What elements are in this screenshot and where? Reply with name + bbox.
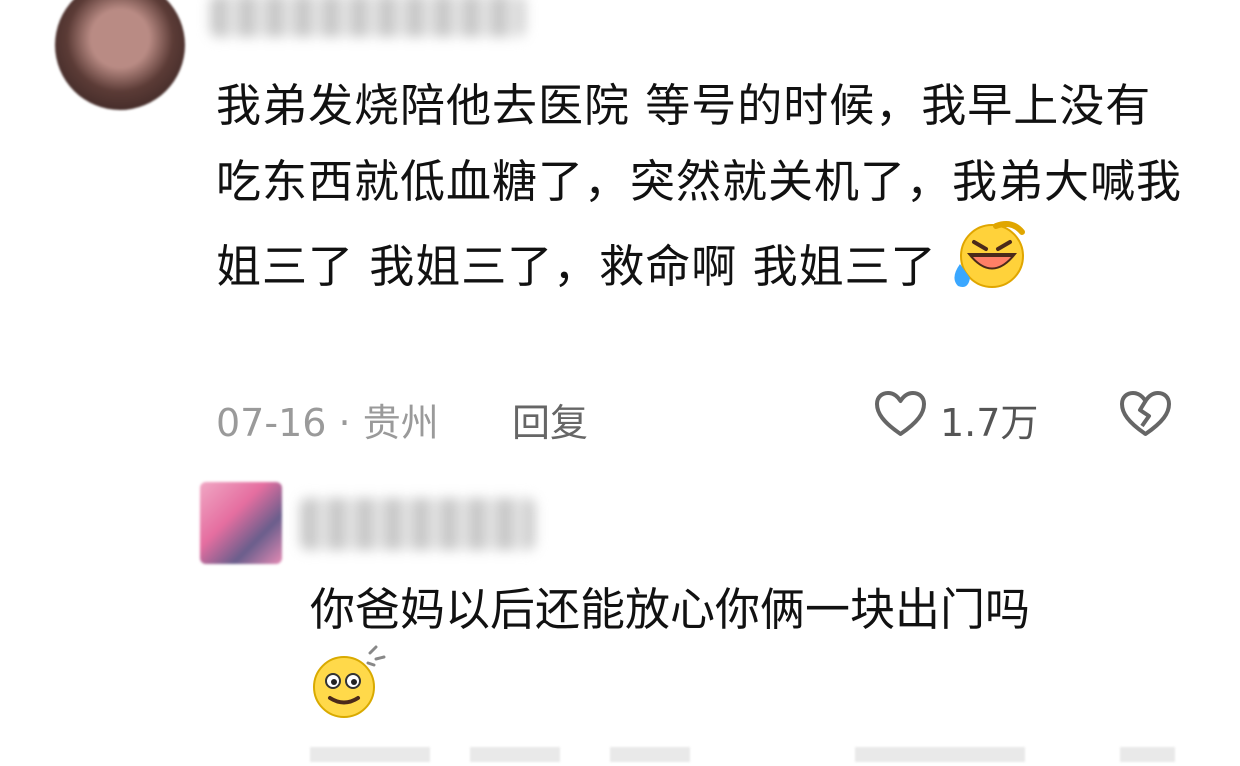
comment-2-content: 你爸妈以后还能放心你俩一块出门吗 — [310, 583, 1031, 636]
comment-1-meta: 07-16 · 贵州 — [216, 392, 439, 447]
comment-1-text: 我弟发烧陪他去医院 等号的时候，我早上没有吃东西就低血糖了，突然就关机了，我弟大… — [216, 68, 1196, 315]
username-2-blurred[interactable] — [300, 498, 535, 550]
like-count: 1.7万 — [940, 401, 1039, 445]
laughing-crying-emoji — [952, 220, 1030, 315]
reply-button[interactable]: 回复 — [512, 392, 588, 447]
comment-2-meta-cutoff — [310, 742, 1180, 762]
user-avatar-1[interactable] — [55, 0, 185, 110]
meta-separator: · — [338, 401, 351, 445]
broken-heart-icon[interactable] — [1118, 390, 1173, 438]
user-avatar-2[interactable] — [200, 482, 282, 564]
heart-icon[interactable] — [873, 390, 928, 438]
username-1-blurred[interactable] — [210, 0, 525, 37]
comment-1-date: 07-16 — [216, 401, 327, 445]
comment-1-content: 我弟发烧陪他去医院 等号的时候，我早上没有吃东西就低血糖了，突然就关机了，我弟大… — [216, 79, 1183, 293]
comment-1-location: 贵州 — [362, 401, 439, 445]
dizzy-smile-emoji — [310, 645, 388, 739]
comment-2-text: 你爸妈以后还能放心你俩一块出门吗 — [310, 575, 1210, 739]
